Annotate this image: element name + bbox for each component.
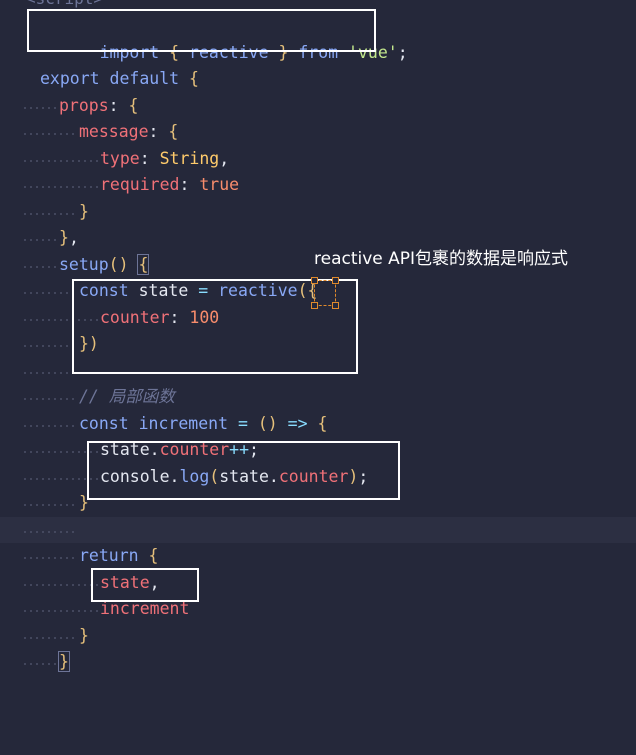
comment-text: // 局部函数 (79, 387, 175, 406)
code-line-type[interactable]: type: String, (0, 146, 636, 173)
selection-handle-icon (311, 277, 339, 309)
code-line-return[interactable]: return { (0, 543, 636, 570)
code-line-const-increment[interactable]: const increment = () => { (0, 411, 636, 438)
code-line-blank-2[interactable] (0, 516, 636, 543)
highlight-box-counter-log (87, 441, 400, 500)
code-line-close-setup[interactable]: } (0, 649, 636, 676)
code-line-props[interactable]: props: { (0, 93, 636, 120)
code-editor[interactable]: <script> import { reactive } from 'vue';… (0, 0, 636, 679)
annotation-text: reactive API包裹的数据是响应式 (314, 249, 569, 269)
code-line-required[interactable]: required: true (0, 172, 636, 199)
code-line-close-message[interactable]: } (0, 199, 636, 226)
code-line-message[interactable]: message: { (0, 119, 636, 146)
code-line-comment[interactable]: // 局部函数 (0, 384, 636, 411)
script-tag-fragment: <script> (26, 0, 103, 8)
highlight-box-import (27, 9, 376, 52)
code-line-close-return[interactable]: } (0, 623, 636, 650)
highlight-box-return-state (91, 568, 199, 602)
code-line-export[interactable]: export default { (0, 66, 636, 93)
